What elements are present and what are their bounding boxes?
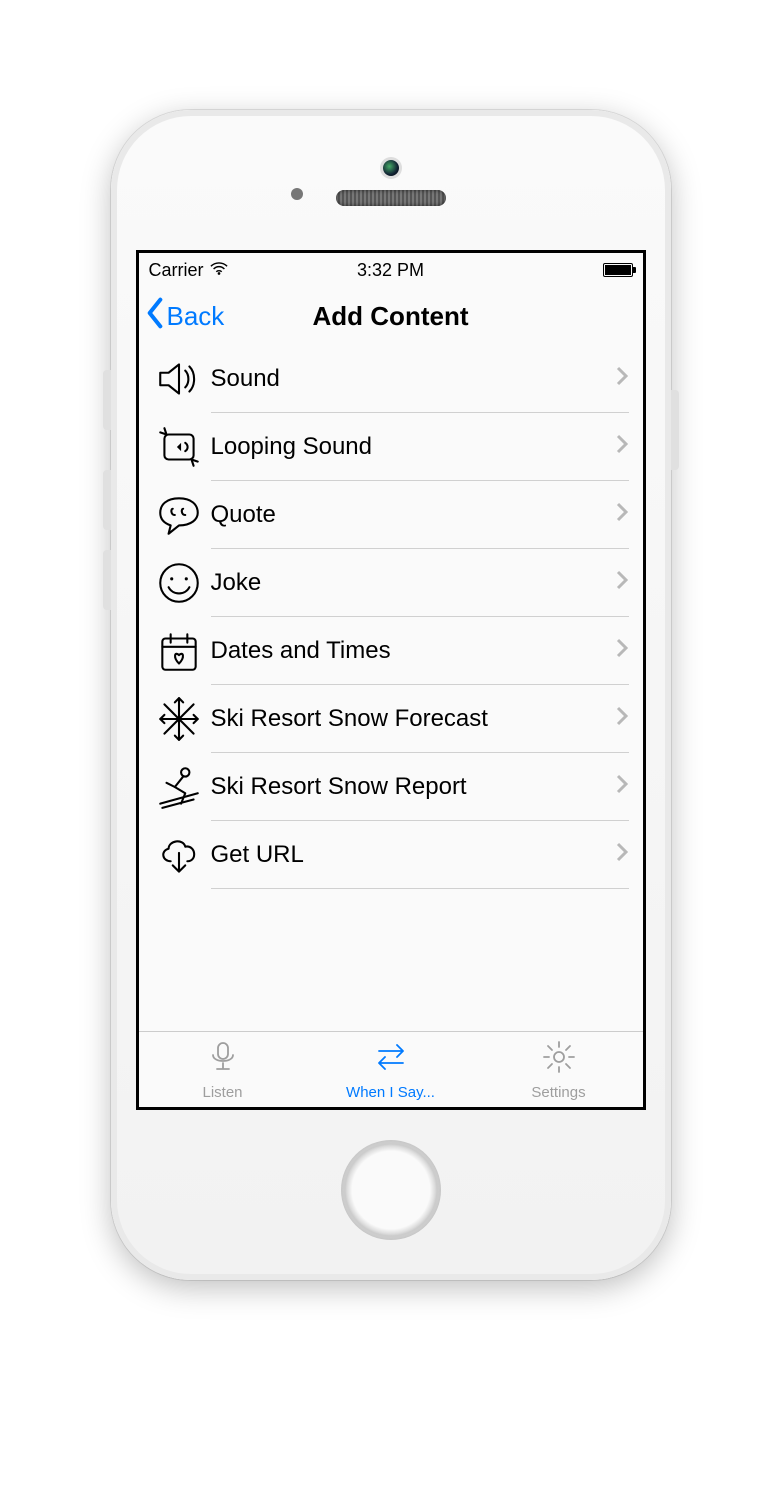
looping-sound-icon — [147, 422, 211, 472]
tab-bar: Listen When I Say... Settings — [139, 1031, 643, 1107]
gear-icon — [541, 1039, 577, 1082]
carrier-label: Carrier — [149, 260, 204, 281]
row-label: Ski Resort Snow Report — [211, 773, 467, 801]
speaker-icon — [147, 354, 211, 404]
earpiece — [336, 190, 446, 206]
back-label: Back — [167, 301, 225, 332]
chevron-right-icon — [615, 501, 629, 529]
row-label: Dates and Times — [211, 637, 391, 665]
app-screen: Carrier 3:32 PM Back Add Content — [136, 250, 646, 1110]
status-bar: Carrier 3:32 PM — [139, 253, 643, 287]
chevron-right-icon — [615, 637, 629, 665]
chevron-right-icon — [615, 365, 629, 393]
chevron-right-icon — [615, 705, 629, 733]
row-label: Ski Resort Snow Forecast — [211, 705, 488, 733]
chevron-left-icon — [145, 297, 165, 336]
tab-settings[interactable]: Settings — [475, 1032, 643, 1107]
clock-label: 3:32 PM — [357, 260, 424, 281]
row-dates-times[interactable]: Dates and Times — [139, 617, 643, 685]
chevron-right-icon — [615, 841, 629, 869]
cloud-download-icon — [147, 830, 211, 880]
content-type-list: Sound Looping Sound Quote — [139, 345, 643, 1031]
row-sound[interactable]: Sound — [139, 345, 643, 413]
tab-when-i-say[interactable]: When I Say... — [307, 1032, 475, 1107]
row-label: Quote — [211, 501, 276, 529]
row-label: Sound — [211, 365, 280, 393]
row-looping-sound[interactable]: Looping Sound — [139, 413, 643, 481]
page-title: Add Content — [313, 301, 469, 332]
row-label: Looping Sound — [211, 433, 372, 461]
row-joke[interactable]: Joke — [139, 549, 643, 617]
tab-label: Settings — [531, 1084, 585, 1101]
arrows-icon — [373, 1039, 409, 1082]
tab-label: When I Say... — [346, 1084, 435, 1101]
tab-label: Listen — [202, 1084, 242, 1101]
calendar-heart-icon — [147, 626, 211, 676]
home-button[interactable] — [341, 1140, 441, 1240]
row-label: Get URL — [211, 841, 304, 869]
chevron-right-icon — [615, 773, 629, 801]
row-quote[interactable]: Quote — [139, 481, 643, 549]
row-label: Joke — [211, 569, 262, 597]
row-get-url[interactable]: Get URL — [139, 821, 643, 889]
skier-icon — [147, 762, 211, 812]
smile-icon — [147, 558, 211, 608]
tab-listen[interactable]: Listen — [139, 1032, 307, 1107]
microphone-icon — [205, 1039, 241, 1082]
quote-icon — [147, 490, 211, 540]
chevron-right-icon — [615, 433, 629, 461]
battery-icon — [603, 263, 633, 277]
nav-bar: Back Add Content — [139, 287, 643, 345]
camera-dot — [383, 160, 399, 176]
chevron-right-icon — [615, 569, 629, 597]
phone-frame: Carrier 3:32 PM Back Add Content — [111, 110, 671, 1280]
back-button[interactable]: Back — [145, 287, 225, 345]
sensor-dot — [291, 188, 303, 200]
row-snow-report[interactable]: Ski Resort Snow Report — [139, 753, 643, 821]
wifi-icon — [210, 260, 228, 281]
row-snow-forecast[interactable]: Ski Resort Snow Forecast — [139, 685, 643, 753]
snowflake-icon — [147, 694, 211, 744]
